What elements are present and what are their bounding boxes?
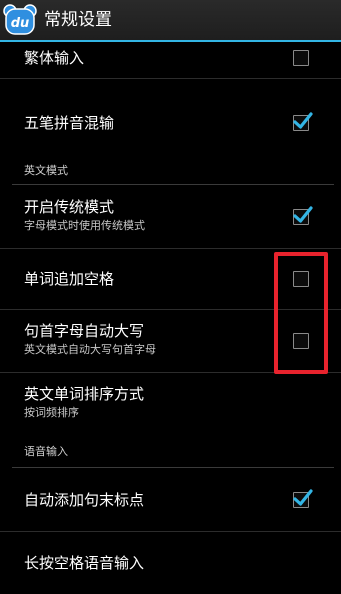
setting-row[interactable]: 长按空格语音输入 — [0, 532, 341, 594]
du-bear-app-icon[interactable]: du — [3, 3, 37, 37]
setting-title: 长按空格语音输入 — [24, 554, 145, 572]
setting-row[interactable]: 繁体输入 — [0, 40, 341, 78]
checkmark-icon — [293, 489, 313, 506]
setting-row[interactable]: 五笔拼音混输 — [0, 92, 341, 154]
checkbox-checked[interactable] — [293, 112, 313, 131]
checkbox-checked[interactable] — [293, 489, 313, 508]
setting-title: 繁体输入 — [24, 49, 85, 67]
setting-title: 句首字母自动大写 — [24, 322, 145, 340]
section-header: 语音输入 — [24, 445, 68, 458]
setting-summary: 英文模式自动大写句首字母 — [24, 343, 156, 356]
highlight-annotation-box — [274, 252, 328, 374]
row-divider — [0, 78, 341, 79]
action-bar: du 常规设置 — [0, 0, 341, 42]
checkmark-icon — [293, 112, 313, 129]
section-header: 英文模式 — [24, 164, 68, 177]
setting-title: 开启传统模式 — [24, 198, 115, 216]
setting-row[interactable]: 开启传统模式字母模式时使用传统模式 — [0, 186, 341, 248]
setting-summary: 字母模式时使用传统模式 — [24, 219, 145, 232]
setting-row[interactable]: 自动添加句末标点 — [0, 469, 341, 531]
checkbox-unchecked[interactable] — [293, 50, 309, 66]
checkmark-icon — [293, 206, 313, 223]
section-divider — [12, 184, 334, 185]
app-icon-text: du — [11, 16, 30, 31]
setting-row[interactable]: 英文单词排序方式按词频排序 — [0, 373, 341, 435]
page-title: 常规设置 — [44, 10, 112, 30]
checkbox-checked[interactable] — [293, 206, 313, 225]
setting-summary: 按词频排序 — [24, 406, 79, 419]
section-divider — [12, 467, 334, 468]
setting-title: 自动添加句末标点 — [24, 491, 145, 509]
setting-title: 英文单词排序方式 — [24, 385, 145, 403]
setting-title: 五笔拼音混输 — [24, 114, 115, 132]
setting-title: 单词追加空格 — [24, 270, 115, 288]
